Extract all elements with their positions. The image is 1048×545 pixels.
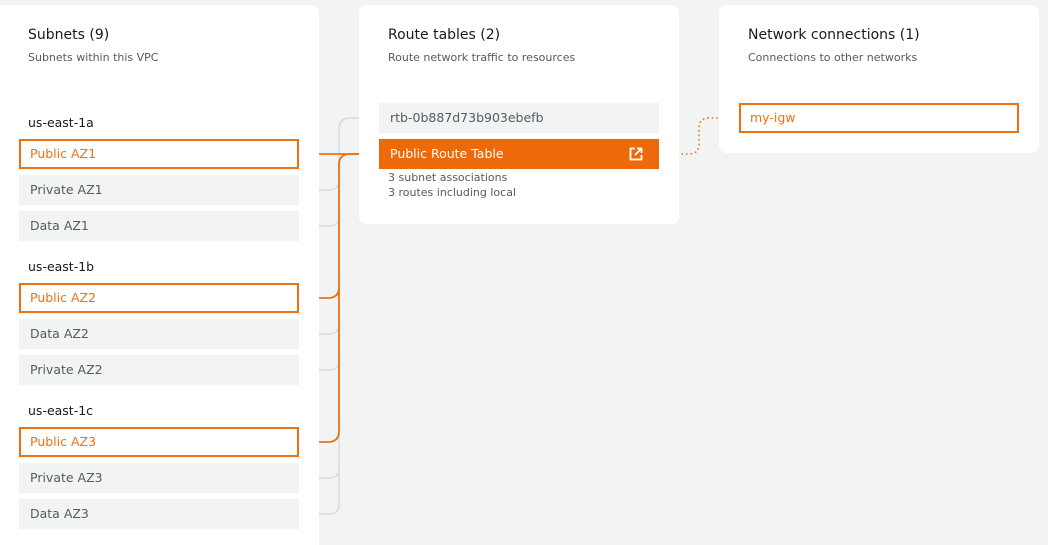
route-table-name: Public Route Table	[390, 146, 504, 161]
zone-label-us-east-1b: us-east-1b	[28, 259, 95, 274]
subnet-public-az1[interactable]: Public AZ1	[19, 139, 299, 169]
subnet-public-az2[interactable]: Public AZ2	[19, 283, 299, 313]
route-tables-title: Route tables (2)	[388, 27, 501, 43]
subnet-private-az2[interactable]: Private AZ2	[19, 355, 299, 385]
subnet-public-az3[interactable]: Public AZ3	[19, 427, 299, 457]
route-table-public[interactable]: Public Route Table	[379, 139, 659, 169]
subnet-private-az1[interactable]: Private AZ1	[19, 175, 299, 205]
route-tables-subtitle: Route network traffic to resources	[388, 51, 576, 64]
network-connections-subtitle: Connections to other networks	[748, 51, 918, 64]
route-table-routes: 3 routes including local	[388, 186, 517, 199]
route-table-associations: 3 subnet associations	[388, 171, 508, 184]
connection-my-igw[interactable]: my-igw	[739, 103, 1019, 133]
zone-label-us-east-1a: us-east-1a	[28, 115, 94, 130]
route-table-rtb-0b887d73b903ebefb[interactable]: rtb-0b887d73b903ebefb	[379, 103, 659, 133]
subnet-data-az1[interactable]: Data AZ1	[19, 211, 299, 241]
subnets-title: Subnets (9)	[28, 27, 110, 43]
subnets-subtitle: Subnets within this VPC	[28, 51, 159, 64]
subnet-data-az3[interactable]: Data AZ3	[19, 499, 299, 529]
subnet-data-az2[interactable]: Data AZ2	[19, 319, 299, 349]
network-connections-title: Network connections (1)	[748, 27, 920, 43]
subnet-private-az3[interactable]: Private AZ3	[19, 463, 299, 493]
zone-label-us-east-1c: us-east-1c	[28, 403, 94, 418]
route-table-name: rtb-0b887d73b903ebefb	[390, 110, 544, 125]
external-link-icon[interactable]	[629, 147, 643, 161]
